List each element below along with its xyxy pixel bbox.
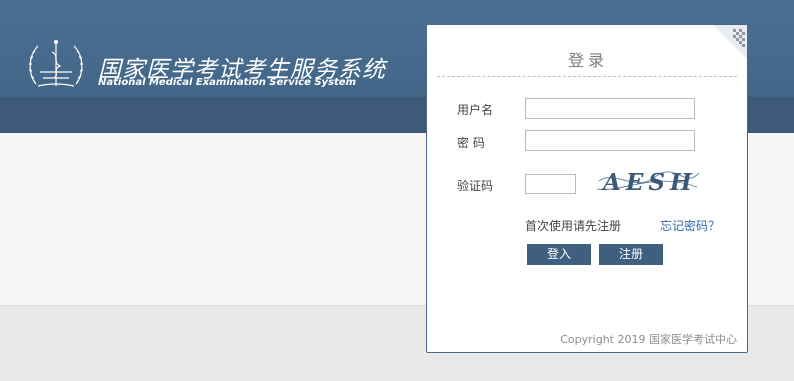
login-panel: 登录 用户名 密 码 验证码 AESH 首次使用请先注册 忘记密码？ 登入 注册… [426, 24, 748, 353]
register-button[interactable]: 注册 [599, 244, 663, 265]
login-title: 登录 [567, 51, 608, 70]
first-use-hint: 首次使用请先注册 [525, 219, 622, 233]
username-label: 用户名 [457, 103, 494, 117]
medical-emblem-icon [28, 40, 84, 87]
login-button[interactable]: 登入 [527, 244, 591, 265]
captcha-label: 验证码 [457, 179, 494, 193]
captcha-text: AESH [601, 169, 697, 196]
captcha-input[interactable] [525, 174, 576, 194]
copyright-text: Copyright 2019 国家医学考试中心 [560, 333, 737, 346]
password-input[interactable] [525, 130, 695, 151]
username-input[interactable] [525, 98, 695, 119]
captcha-image[interactable]: AESH [595, 163, 701, 201]
forgot-password-link[interactable]: 忘记密码？ [660, 217, 720, 234]
password-label: 密 码 [457, 136, 485, 150]
title-divider [437, 76, 737, 77]
site-subtitle: National Medical Examination Service Sys… [98, 77, 357, 88]
